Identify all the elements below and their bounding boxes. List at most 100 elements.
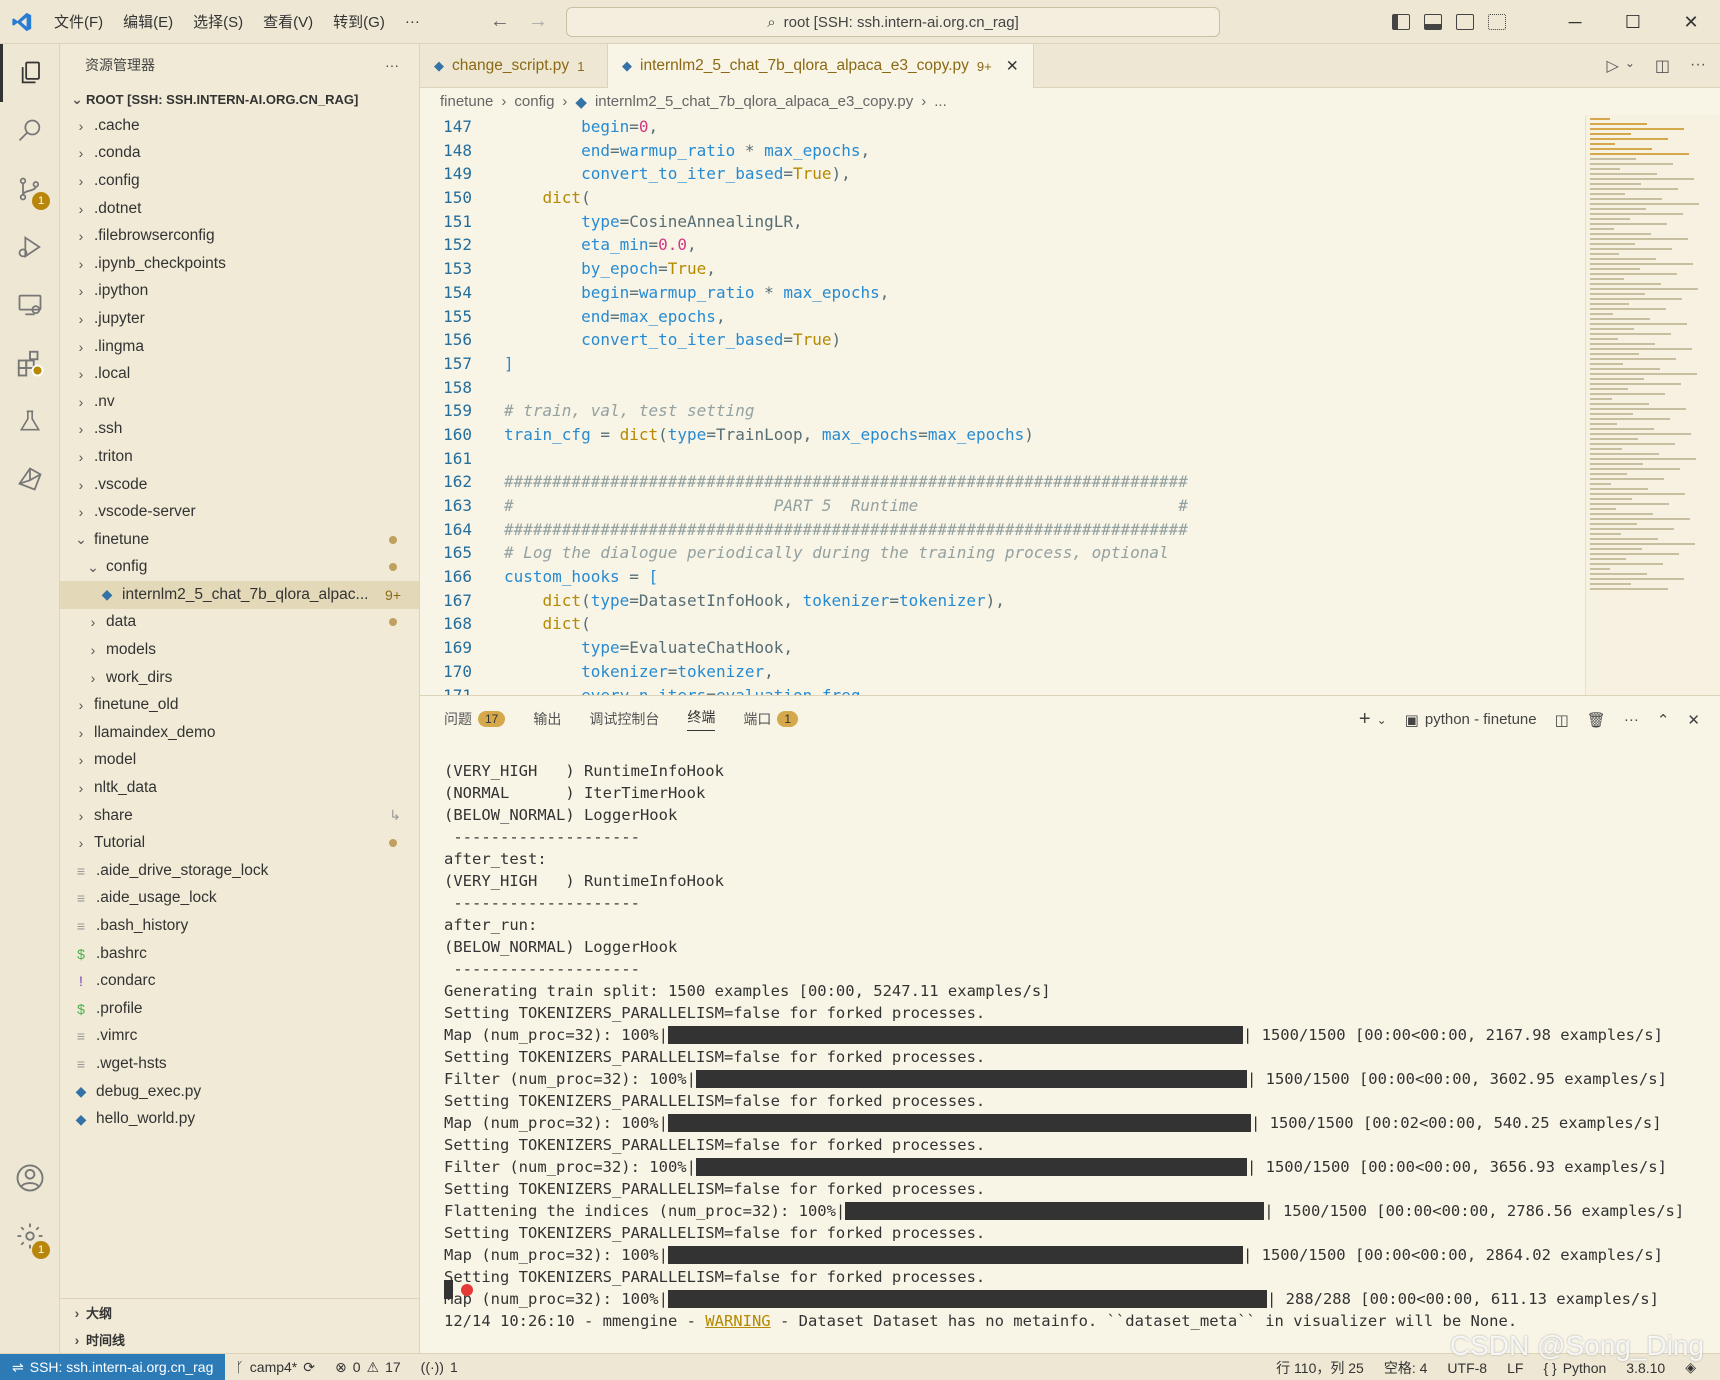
tree-item-llamaindex-demo[interactable]: › llamaindex_demo xyxy=(60,719,419,747)
tree-item-data[interactable]: › data xyxy=(60,609,419,637)
tree-item-models[interactable]: › models xyxy=(60,636,419,664)
testing-icon[interactable] xyxy=(0,392,60,450)
menu-item[interactable]: ··· xyxy=(395,13,430,30)
split-terminal-icon[interactable]: ◫ xyxy=(1555,711,1569,729)
back-arrow-icon[interactable]: ← xyxy=(490,10,510,33)
accounts-icon[interactable] xyxy=(0,1149,60,1207)
explorer-icon[interactable] xyxy=(0,44,60,102)
settings-gear-icon[interactable]: 1 xyxy=(0,1207,60,1265)
tree-item-debug-exec-py[interactable]: ◆ debug_exec.py xyxy=(60,1078,419,1106)
maximize-panel-icon[interactable]: ⌃ xyxy=(1657,711,1670,729)
tree-item-config[interactable]: › .config xyxy=(60,167,419,195)
new-terminal-icon[interactable]: + xyxy=(1359,708,1371,731)
menu-item[interactable]: 转到(G) xyxy=(323,11,395,32)
tree-item-config[interactable]: ⌄ config xyxy=(60,554,419,582)
explorer-root-folder[interactable]: ⌄ ROOT [SSH: SSH.INTERN-AI.ORG.CN_RAG] xyxy=(60,86,419,112)
more-actions-icon[interactable]: ··· xyxy=(1624,711,1639,728)
outline-section[interactable]: › 大纲 xyxy=(60,1299,420,1326)
tree-item-nv[interactable]: › .nv xyxy=(60,388,419,416)
menu-item[interactable]: 文件(F) xyxy=(44,11,113,32)
close-panel-icon[interactable]: ✕ xyxy=(1687,711,1700,729)
tree-item-ipynb-checkpoints[interactable]: › .ipynb_checkpoints xyxy=(60,250,419,278)
tree-item-ipython[interactable]: › .ipython xyxy=(60,278,419,306)
tree-item-jupyter[interactable]: › .jupyter xyxy=(60,305,419,333)
source-control-icon[interactable]: 1 xyxy=(0,160,60,218)
command-center[interactable]: ⌕ root [SSH: ssh.intern-ai.org.cn_rag] xyxy=(566,7,1220,37)
tree-item-internlm2-5-chat-7b-qlora-alpac[interactable]: ◆ internlm2_5_chat_7b_qlora_alpac... 9+ xyxy=(60,581,419,609)
kill-terminal-icon[interactable]: 🗑 xyxy=(1587,711,1606,729)
code-editor[interactable]: 147 148 149 150 151 152 153 154 155 156 157 158 159 1… xyxy=(420,115,1720,695)
tree-item-bashrc[interactable]: $ .bashrc xyxy=(60,940,419,968)
breadcrumb-item[interactable]: ... xyxy=(934,93,947,110)
ports-status[interactable]: ((·)) 1 xyxy=(411,1359,468,1375)
terminal-output[interactable]: (VERY_HIGH ) RuntimeInfoHook (NORMAL ) It… xyxy=(444,760,1704,1332)
tab-file[interactable]: ◆ change_script.py 1 xyxy=(420,44,608,88)
run-debug-icon[interactable] xyxy=(0,218,60,276)
tree-item-local[interactable]: › .local xyxy=(60,360,419,388)
minimap[interactable] xyxy=(1585,115,1720,695)
cursor-position[interactable]: 行 110，列 25 xyxy=(1266,1358,1374,1378)
customize-layout-icon[interactable] xyxy=(1488,14,1506,30)
toggle-secondary-sidebar-icon[interactable] xyxy=(1456,14,1474,30)
tree-item-dotnet[interactable]: › .dotnet xyxy=(60,195,419,223)
split-editor-icon[interactable]: ◫ xyxy=(1655,56,1670,76)
toggle-panel-icon[interactable] xyxy=(1424,14,1442,30)
tree-item-finetune[interactable]: ⌄ finetune xyxy=(60,526,419,554)
tree-item-nltk-data[interactable]: › nltk_data xyxy=(60,774,419,802)
minimize-button[interactable]: ─ xyxy=(1546,12,1604,33)
tree-item-cache[interactable]: › .cache xyxy=(60,112,419,140)
tree-item-lingma[interactable]: › .lingma xyxy=(60,333,419,361)
close-tab-icon[interactable]: ✕ xyxy=(1006,57,1019,76)
tree-item-wget-hsts[interactable]: ≡ .wget-hsts xyxy=(60,1050,419,1078)
run-python-file-icon[interactable]: ▷ xyxy=(1607,56,1619,76)
extensions-icon[interactable] xyxy=(0,334,60,392)
panel-tab[interactable]: 终端 xyxy=(687,707,716,731)
menu-item[interactable]: 选择(S) xyxy=(183,11,253,32)
problems-status[interactable]: ⊗ 0 ⚠ 17 xyxy=(325,1359,411,1376)
chevron-down-icon[interactable]: ⌄ xyxy=(1625,56,1635,76)
tree-item-tutorial[interactable]: › Tutorial xyxy=(60,829,419,857)
panel-tab[interactable]: 调试控制台 xyxy=(589,709,659,729)
tree-item-hello-world-py[interactable]: ◆ hello_world.py xyxy=(60,1105,419,1133)
tree-item-aide-drive-storage-lock[interactable]: ≡ .aide_drive_storage_lock xyxy=(60,857,419,885)
code-content[interactable]: begin=0, end=warmup_ratio * max_epochs, … xyxy=(504,115,1188,695)
breadcrumb-item[interactable]: config xyxy=(514,93,554,110)
close-window-button[interactable]: ✕ xyxy=(1662,12,1720,33)
tree-item-share[interactable]: › share ↳ xyxy=(60,802,419,830)
menu-item[interactable]: 编辑(E) xyxy=(113,11,183,32)
panel-tab[interactable]: 输出 xyxy=(533,709,561,729)
tree-item-work-dirs[interactable]: › work_dirs xyxy=(60,664,419,692)
tree-item-bash-history[interactable]: ≡ .bash_history xyxy=(60,912,419,940)
tree-item-conda[interactable]: › .conda xyxy=(60,140,419,168)
maximize-button[interactable]: ☐ xyxy=(1604,12,1662,33)
indentation[interactable]: 空格: 4 xyxy=(1374,1358,1438,1378)
tree-item-vimrc[interactable]: ≡ .vimrc xyxy=(60,1023,419,1051)
tree-item-model[interactable]: › model xyxy=(60,747,419,775)
tree-item-finetune-old[interactable]: › finetune_old xyxy=(60,691,419,719)
breadcrumb-item[interactable]: finetune xyxy=(440,93,493,110)
more-actions-icon[interactable]: ··· xyxy=(385,57,399,73)
panel-tab[interactable]: 端口 1 xyxy=(743,709,799,729)
branch-status[interactable]: ᚴ camp4* ⟳ xyxy=(225,1359,325,1376)
tree-item-aide-usage-lock[interactable]: ≡ .aide_usage_lock xyxy=(60,885,419,913)
tree-item-ssh[interactable]: › .ssh xyxy=(60,416,419,444)
chevron-down-icon[interactable]: ⌄ xyxy=(1377,713,1387,727)
tab-active-file[interactable]: ◆ internlm2_5_chat_7b_qlora_alpaca_e3_cop… xyxy=(608,44,1034,88)
more-actions-icon[interactable]: ··· xyxy=(1690,56,1706,76)
toggle-sidebar-icon[interactable] xyxy=(1392,14,1410,30)
panel-tab[interactable]: 问题 17 xyxy=(444,709,506,729)
timeline-section[interactable]: › 时间线 xyxy=(60,1326,420,1353)
menu-item[interactable]: 查看(V) xyxy=(253,11,323,32)
remote-indicator[interactable]: ⇌ SSH: ssh.intern-ai.org.cn_rag xyxy=(0,1353,226,1380)
forward-arrow-icon[interactable]: → xyxy=(528,10,548,33)
remote-explorer-icon[interactable] xyxy=(0,276,60,334)
breadcrumb-item[interactable]: internlm2_5_chat_7b_qlora_alpaca_e3_copy… xyxy=(595,93,913,110)
terminal-name[interactable]: python - finetune xyxy=(1425,711,1537,728)
tree-item-condarc[interactable]: ! .condarc xyxy=(60,967,419,995)
tree-item-filebrowserconfig[interactable]: › .filebrowserconfig xyxy=(60,222,419,250)
tree-item-profile[interactable]: $ .profile xyxy=(60,995,419,1023)
search-icon[interactable] xyxy=(0,102,60,160)
tree-item-vscode-server[interactable]: › .vscode-server xyxy=(60,498,419,526)
lingma-icon[interactable] xyxy=(0,450,60,508)
tree-item-triton[interactable]: › .triton xyxy=(60,443,419,471)
